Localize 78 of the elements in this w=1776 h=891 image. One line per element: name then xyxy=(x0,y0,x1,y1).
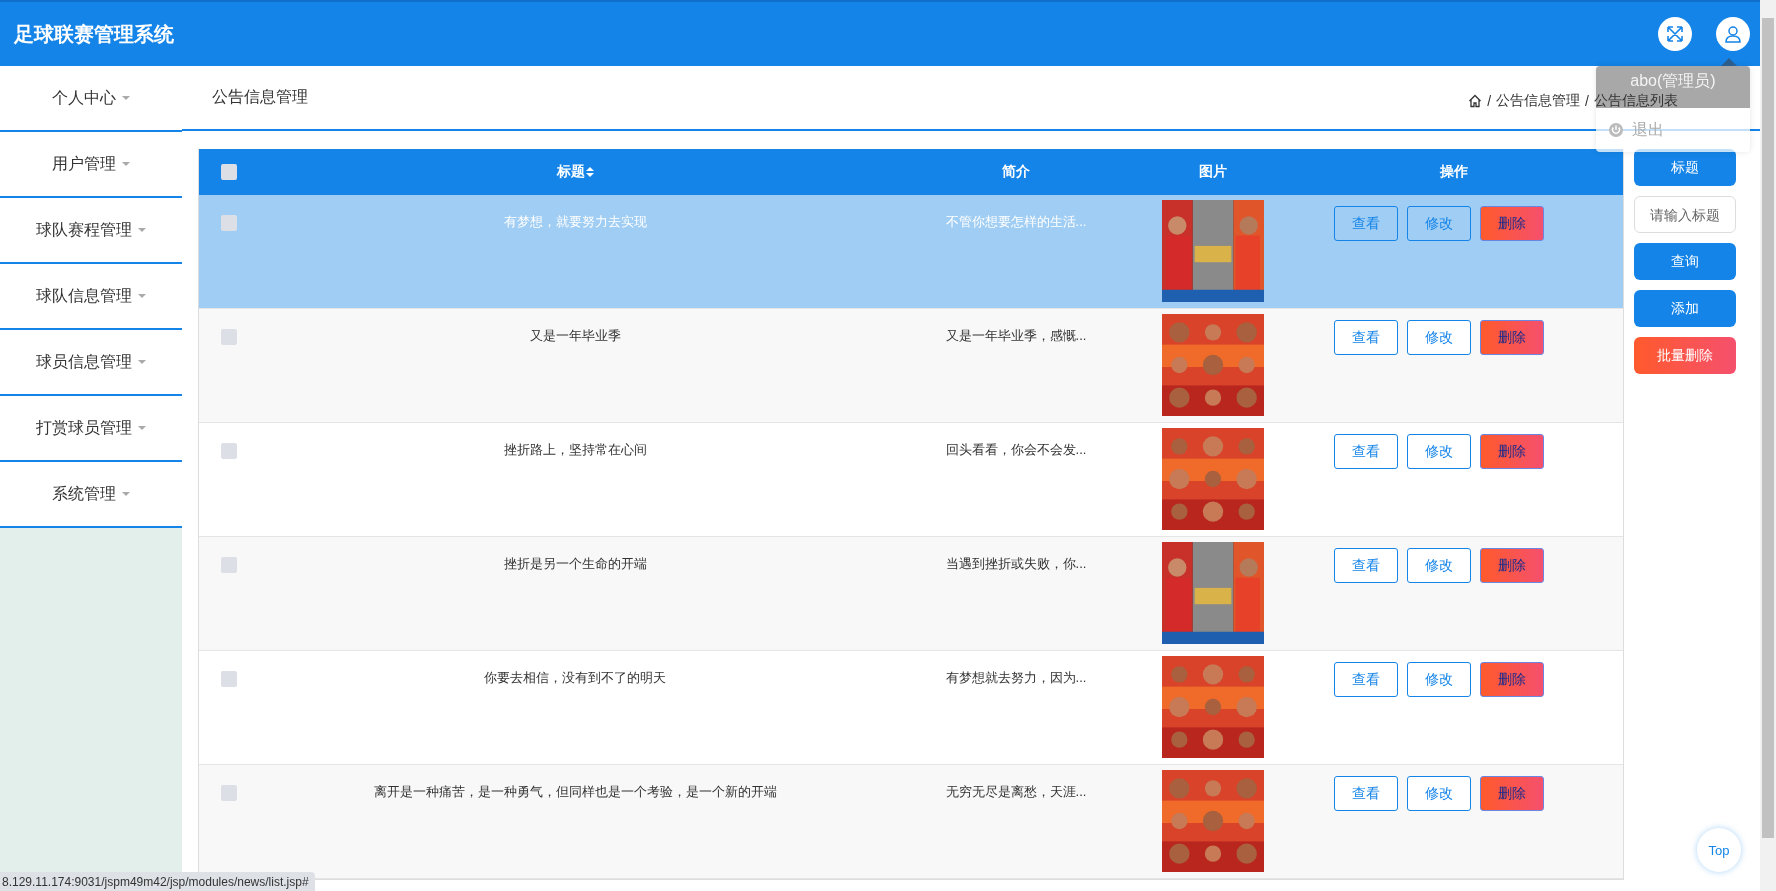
home-icon[interactable] xyxy=(1468,93,1483,108)
edit-button[interactable]: 修改 xyxy=(1407,776,1471,811)
table-row[interactable]: 又是一年毕业季 又是一年毕业季，感慨... 查看 修改 删除 xyxy=(199,309,1623,423)
row-checkbox[interactable] xyxy=(221,557,237,573)
batch-delete-button[interactable]: 批量删除 xyxy=(1634,337,1736,374)
column-header[interactable]: 标题 xyxy=(556,163,594,181)
select-all-checkbox[interactable] xyxy=(221,164,237,180)
summary-cell-text: 又是一年毕业季，感慨... xyxy=(944,327,1088,345)
page-title: 公告信息管理 xyxy=(212,87,309,107)
summary-cell-text: 有梦想就去努力，因为... xyxy=(944,669,1088,687)
row-checkbox[interactable] xyxy=(221,671,237,687)
title-cell-text: 挫折是另一个生命的开端 xyxy=(502,555,648,573)
view-button[interactable]: 查看 xyxy=(1334,206,1398,241)
power-icon xyxy=(1608,122,1624,138)
title-cell-text: 又是一年毕业季 xyxy=(528,327,622,345)
sidebar-item[interactable]: 打赏球员管理 xyxy=(0,396,182,462)
scrollbar[interactable] xyxy=(1760,0,1776,891)
sidebar-item[interactable]: 个人中心 xyxy=(0,66,182,132)
app-title: 足球联赛管理系统 xyxy=(14,21,175,47)
row-checkbox[interactable] xyxy=(221,215,237,231)
summary-cell-text: 不管你想要怎样的生活... xyxy=(944,213,1088,231)
fullscreen-icon[interactable] xyxy=(1658,17,1692,51)
sidebar-item[interactable]: 系统管理 xyxy=(0,462,182,528)
edit-button[interactable]: 修改 xyxy=(1407,434,1471,469)
row-checkbox[interactable] xyxy=(221,329,237,345)
summary-cell-text: 无穷无尽是离愁，天涯... xyxy=(944,783,1088,801)
breadcrumb-separator: / xyxy=(1487,92,1492,109)
title-cell-text: 你要去相信，没有到不了的明天 xyxy=(483,669,667,687)
view-button[interactable]: 查看 xyxy=(1334,434,1398,469)
row-checkbox[interactable] xyxy=(221,785,237,801)
edit-button[interactable]: 修改 xyxy=(1407,662,1471,697)
logout-item[interactable]: 退出 xyxy=(1596,108,1750,152)
row-checkbox[interactable] xyxy=(221,443,237,459)
edit-button[interactable]: 修改 xyxy=(1407,320,1471,355)
view-button[interactable]: 查看 xyxy=(1334,320,1398,355)
sidebar-item[interactable]: 球队信息管理 xyxy=(0,264,182,330)
action-button[interactable]: 查询 xyxy=(1634,243,1736,280)
title-cell-text: 挫折路上，坚持常在心间 xyxy=(502,441,648,459)
dropdown-pointer xyxy=(1721,58,1737,66)
view-button[interactable]: 查看 xyxy=(1334,548,1398,583)
column-header: 操作 xyxy=(1440,163,1468,181)
caret-icon xyxy=(138,360,146,364)
delete-button[interactable]: 删除 xyxy=(1480,776,1544,811)
delete-button[interactable]: 删除 xyxy=(1480,662,1544,697)
delete-button[interactable]: 删除 xyxy=(1480,434,1544,469)
breadcrumb-link[interactable]: 公告信息管理 xyxy=(1496,91,1581,110)
title-cell-text: 离开是一种痛苦，是一种勇气，但同样也是一个考验，是一个新的开端 xyxy=(372,783,778,801)
table-row[interactable]: 有梦想，就要努力去实现 不管你想要怎样的生活... 查看 修改 删除 xyxy=(199,195,1623,309)
view-button[interactable]: 查看 xyxy=(1334,662,1398,697)
action-button[interactable]: 添加 xyxy=(1634,290,1736,327)
table-row[interactable]: 挫折是另一个生命的开端 当遇到挫折或失败，你... 查看 修改 删除 xyxy=(199,537,1623,651)
sort-icon[interactable] xyxy=(585,167,594,177)
column-header: 图片 xyxy=(1199,163,1227,181)
caret-icon xyxy=(138,426,146,430)
summary-cell-text: 回头看看，你会不会发... xyxy=(944,441,1088,459)
status-url: 8.129.11.174:9031/jspm49m42/jsp/modules/news/list.jsp# xyxy=(0,872,315,891)
caret-icon xyxy=(138,294,146,298)
delete-button[interactable]: 删除 xyxy=(1480,548,1544,583)
caret-icon xyxy=(122,162,130,166)
sidebar-item[interactable]: 球员信息管理 xyxy=(0,330,182,396)
caret-icon xyxy=(138,228,146,232)
sidebar-item[interactable]: 球队赛程管理 xyxy=(0,198,182,264)
caret-icon xyxy=(122,492,130,496)
title-cell-text: 有梦想，就要努力去实现 xyxy=(502,213,648,231)
column-header: 简介 xyxy=(1002,163,1030,181)
breadcrumb-separator: / xyxy=(1585,92,1589,109)
edit-button[interactable]: 修改 xyxy=(1407,206,1471,241)
menu-label: 退出 xyxy=(1632,119,1664,140)
edit-button[interactable]: 修改 xyxy=(1407,548,1471,583)
search-field[interactable]: 请输入标题 xyxy=(1634,196,1736,233)
user-icon[interactable] xyxy=(1716,17,1750,51)
summary-cell-text: 当遇到挫折或失败，你... xyxy=(944,555,1088,573)
back-to-top-button[interactable]: Top xyxy=(1697,828,1741,872)
view-button[interactable]: 查看 xyxy=(1334,776,1398,811)
caret-icon xyxy=(122,96,130,100)
sidebar-item[interactable]: 用户管理 xyxy=(0,132,182,198)
delete-button[interactable]: 删除 xyxy=(1480,206,1544,241)
delete-button[interactable]: 删除 xyxy=(1480,320,1544,355)
